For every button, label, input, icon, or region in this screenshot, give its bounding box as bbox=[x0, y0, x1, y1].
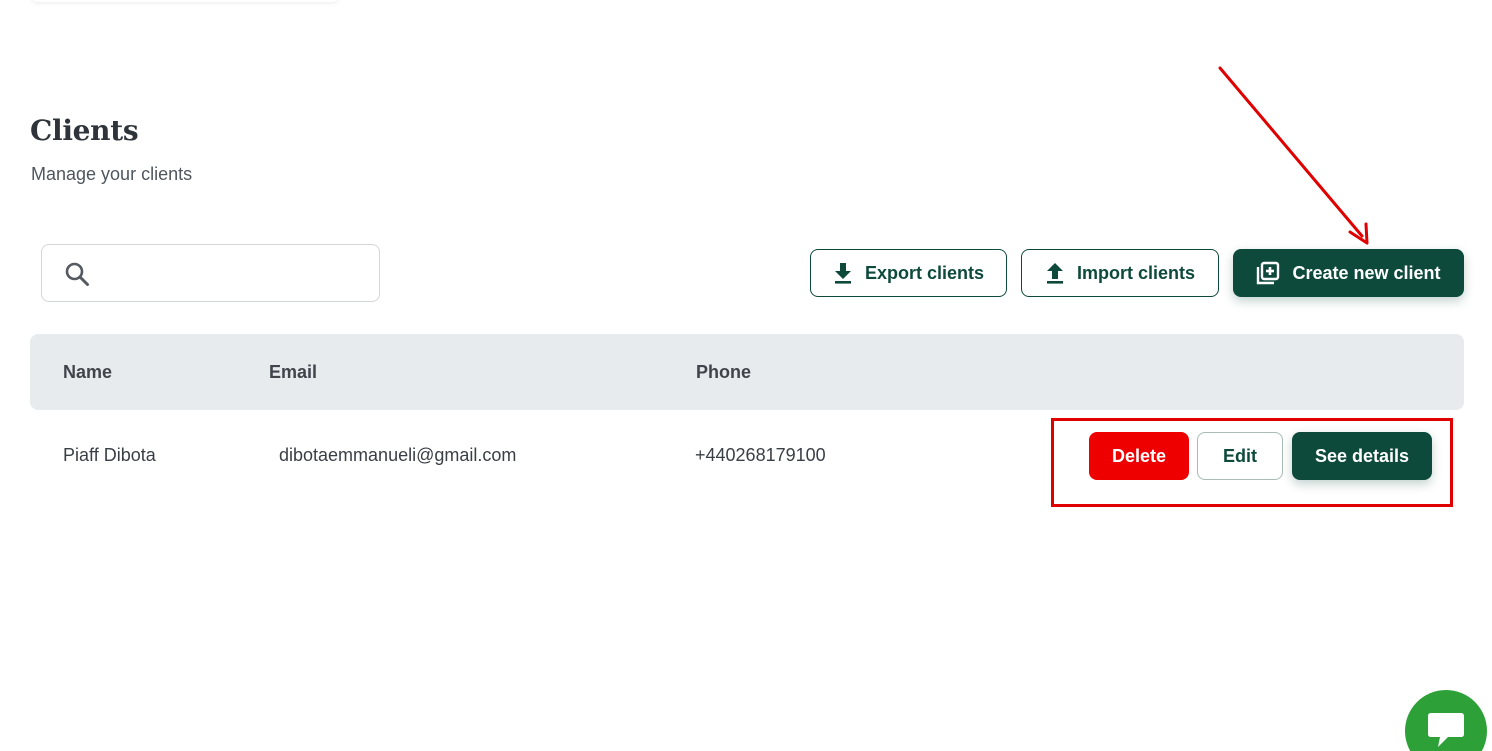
export-clients-button[interactable]: Export clients bbox=[810, 249, 1007, 297]
edit-button[interactable]: Edit bbox=[1197, 432, 1283, 480]
column-header-name: Name bbox=[63, 362, 113, 382]
upload-icon bbox=[1045, 262, 1065, 284]
import-clients-button[interactable]: Import clients bbox=[1021, 249, 1219, 297]
page-subtitle: Manage your clients bbox=[31, 164, 193, 184]
search-input[interactable] bbox=[106, 255, 366, 291]
table-header: Name Email Phone bbox=[30, 334, 1464, 410]
see-details-button[interactable]: See details bbox=[1292, 432, 1432, 480]
add-box-icon bbox=[1256, 261, 1280, 285]
chat-icon bbox=[1428, 713, 1464, 747]
download-icon bbox=[833, 262, 853, 284]
search-box[interactable] bbox=[41, 244, 380, 302]
chat-widget-button[interactable] bbox=[1405, 690, 1487, 751]
page-title: Clients bbox=[30, 114, 139, 147]
create-new-client-button[interactable]: Create new client bbox=[1233, 249, 1464, 297]
import-clients-label: Import clients bbox=[1076, 262, 1196, 283]
client-email: dibotaemmanueli@gmail.com bbox=[279, 445, 517, 465]
clients-page: Clients Manage your clients Export clien… bbox=[0, 0, 1492, 751]
search-icon bbox=[65, 262, 89, 286]
export-clients-label: Export clients bbox=[864, 262, 985, 283]
create-new-client-label: Create new client bbox=[1292, 262, 1441, 283]
client-name: Piaff Dibota bbox=[63, 445, 156, 465]
column-header-phone: Phone bbox=[696, 362, 752, 382]
top-card-edge bbox=[30, 0, 340, 2]
delete-button[interactable]: Delete bbox=[1089, 432, 1189, 480]
column-header-email: Email bbox=[269, 362, 318, 382]
client-phone: +440268179100 bbox=[695, 445, 826, 465]
